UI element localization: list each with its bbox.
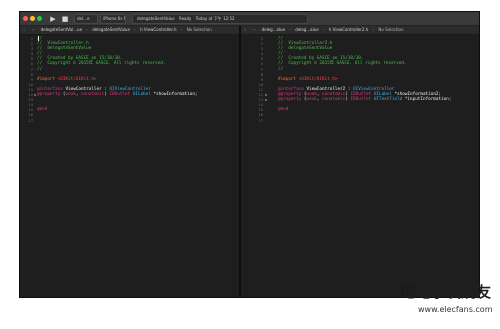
stop-icon: ■: [61, 15, 69, 23]
close-window-button[interactable]: [23, 16, 28, 21]
jump-bar-right: ‹ › deleg...alue › deleg...alue › h View…: [241, 26, 479, 35]
toolbar: ▶ ■ del…e iPhone 6s Plus delegateSentVal…: [20, 12, 479, 26]
run-button[interactable]: ▶: [48, 14, 58, 24]
jump-file[interactable]: h ViewController.h: [138, 26, 178, 34]
nav-back-button[interactable]: ‹: [20, 26, 28, 34]
jump-separator: ›: [180, 27, 183, 32]
jump-separator: ›: [372, 27, 375, 32]
jump-separator: ›: [322, 27, 325, 32]
activity-status: delegateSentValue Ready Today at 下午 12:5…: [132, 14, 308, 24]
code-line[interactable]: 17: [241, 117, 479, 123]
watermark-url: www.elecfans.com: [418, 305, 493, 314]
code-editor-right[interactable]: 1//2// ViewController2.h 3// delegateSent…: [241, 36, 479, 297]
outlet-connection-icon[interactable]: [265, 98, 267, 101]
scheme-selector[interactable]: del…e: [74, 14, 98, 24]
line-number: 17: [28, 117, 33, 123]
jump-group[interactable]: delegateSentValue: [90, 26, 132, 34]
xcode-window: ▶ ■ del…e iPhone 6s Plus delegateSentVal…: [19, 11, 480, 298]
editor-pane-right[interactable]: ‹ › deleg...alue › deleg...alue › h View…: [241, 26, 479, 297]
outlet-connection-icon[interactable]: [34, 93, 36, 96]
jump-project[interactable]: delegateSentVal...ue: [39, 26, 85, 34]
jump-separator: ›: [86, 27, 88, 32]
nav-forward-button[interactable]: ›: [250, 26, 258, 34]
nav-back-button[interactable]: ‹: [241, 26, 249, 34]
zoom-window-button[interactable]: [37, 16, 42, 21]
device-selector[interactable]: iPhone 6s Plus: [100, 14, 126, 24]
jump-project[interactable]: deleg...alue: [260, 26, 287, 34]
play-icon: ▶: [50, 15, 56, 23]
status-today: Today at 下午 12:52: [195, 16, 235, 21]
minimize-window-button[interactable]: [30, 16, 35, 21]
jump-selection[interactable]: No Selection: [376, 26, 405, 34]
stop-button[interactable]: ■: [60, 14, 70, 24]
editor-pane-left[interactable]: ‹ › delegateSentVal...ue › delegateSentV…: [20, 26, 239, 297]
status-project: delegateSentValue: [137, 16, 175, 21]
status-state: Ready: [178, 16, 192, 21]
jump-group[interactable]: deleg...alue: [293, 26, 320, 34]
code-editor-left[interactable]: 1//2// ViewController.h 3// delegateSentV…: [20, 36, 239, 297]
jump-separator: ›: [134, 27, 136, 32]
jump-file[interactable]: h ViewController2.h: [327, 26, 370, 34]
line-number: 17: [258, 117, 263, 123]
jump-selection[interactable]: No Selection: [185, 26, 214, 34]
outlet-connection-icon[interactable]: [265, 93, 267, 96]
code-line[interactable]: 17: [20, 118, 239, 123]
jump-bar-left: ‹ › delegateSentVal...ue › delegateSentV…: [20, 26, 239, 35]
nav-forward-button[interactable]: ›: [29, 26, 37, 34]
jump-separator: ›: [289, 27, 291, 32]
